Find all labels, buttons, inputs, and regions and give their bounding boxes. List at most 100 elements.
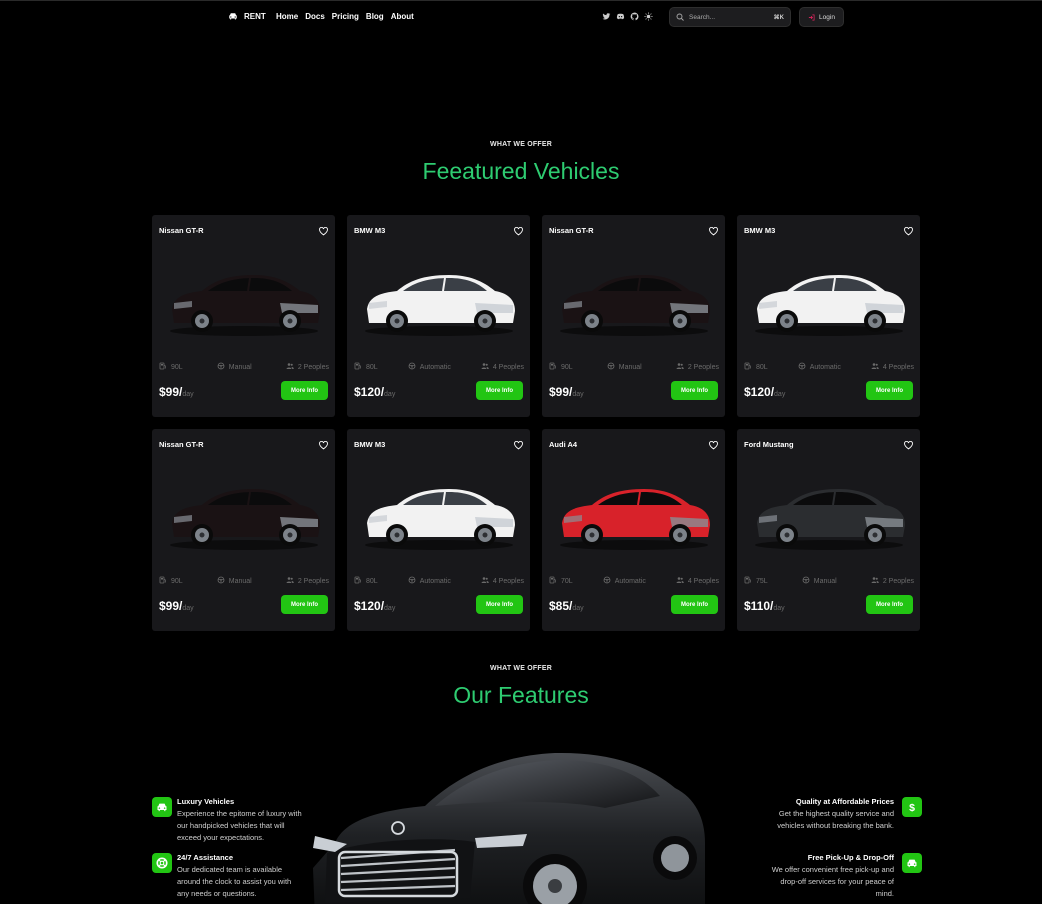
vehicle-image [747,251,910,341]
vehicle-card[interactable]: Nissan GT-R 90L Manual 2 Peoples $99/day More… [542,215,725,417]
heart-icon[interactable] [709,437,718,450]
seat-capacity: 2 Peoples [687,363,719,371]
vehicle-name: BMW M3 [354,440,386,449]
vehicle-card[interactable]: Ford Mustang 75L Manual 2 Peoples $110/day Mo… [737,429,920,631]
more-info-button[interactable]: More Info [476,595,523,614]
features-title: Our Features [453,682,589,708]
heart-icon[interactable] [514,223,523,236]
people-icon [481,362,489,372]
discord-icon[interactable] [616,12,625,21]
brand-logo[interactable]: RENT [228,11,266,21]
heart-icon[interactable] [319,437,328,450]
more-info-button[interactable]: More Info [671,381,718,400]
price-unit: day [182,605,194,612]
steering-wheel-icon [408,362,416,372]
more-info-button[interactable]: More Info [281,381,328,400]
vehicle-specs: 80L Automatic 4 Peoples [354,576,524,586]
feature-description: Get the highest quality service and vehi… [777,809,894,830]
people-icon [286,576,294,586]
search-box[interactable]: Search... ⌘K [669,7,791,27]
github-icon[interactable] [630,12,639,21]
seat-capacity: 2 Peoples [297,577,329,585]
more-info-button[interactable]: More Info [866,595,913,614]
people-icon [676,576,684,586]
feature-description: We offer convenient free pick-up and dro… [771,865,894,898]
vehicle-image [357,465,520,555]
transmission-type: Automatic [614,577,646,585]
vehicle-name: Audi A4 [549,440,578,449]
feature-icon-box [152,797,172,817]
feature-description: Our dedicated team is available around t… [177,865,292,898]
fuel-pump-icon [744,362,752,372]
more-info-button[interactable]: More Info [671,595,718,614]
vehicle-card[interactable]: Nissan GT-R 90L Manual 2 Peoples $99/day More… [152,215,335,417]
feature-title: 24/7 Assistance [177,853,234,862]
vehicle-name: Nissan GT-R [159,226,204,235]
price-amount: $99/ [159,599,183,613]
vehicle-image [747,465,910,555]
fuel-capacity: 70L [561,577,573,585]
fuel-capacity: 80L [756,363,768,371]
heart-icon[interactable] [904,223,913,236]
search-placeholder: Search... [689,13,716,21]
price-unit: day [572,391,584,398]
nav-link-pricing[interactable]: Pricing [332,12,359,21]
heart-icon[interactable] [319,223,328,236]
fuel-capacity: 75L [756,577,768,585]
price-amount: $120/ [354,599,385,613]
heart-icon[interactable] [514,437,523,450]
top-navbar: RENT Home Docs Pricing Blog About Search… [0,0,1042,34]
lifebuoy-icon [156,857,168,869]
fuel-pump-icon [354,362,362,372]
car-icon [907,859,917,868]
fuel-capacity: 80L [366,577,378,585]
seat-capacity: 4 Peoples [882,363,914,371]
vehicle-name: Nissan GT-R [159,440,204,449]
price-amount: $110/ [744,599,774,613]
login-button[interactable]: Login [799,7,844,27]
price-unit: day [773,605,785,612]
price-amount: $120/ [354,385,385,399]
vehicle-card[interactable]: BMW M3 80L Automatic 4 Peoples $120/day More … [347,429,530,631]
vehicle-specs: 90L Manual 2 Peoples [549,362,719,372]
fuel-capacity: 90L [171,363,183,371]
feature-description: Experience the epitome of luxury with ou… [177,809,302,842]
search-icon [676,13,684,21]
search-shortcut: ⌘K [773,14,784,21]
nav-link-about[interactable]: About [391,12,414,21]
nav-link-blog[interactable]: Blog [366,12,384,21]
vehicle-specs: 90L Manual 2 Peoples [159,576,329,586]
vehicle-price: $85/day [549,599,584,613]
more-info-button[interactable]: More Info [866,381,913,400]
vehicle-card[interactable]: BMW M3 80L Automatic 4 Peoples $120/day More … [347,215,530,417]
vehicle-price: $99/day [159,599,194,613]
heart-icon[interactable] [709,223,718,236]
dollar-icon: $ [909,802,915,813]
vehicle-price: $110/day [744,599,785,613]
feature-icon-box: $ [902,797,922,817]
seat-capacity: 2 Peoples [297,363,329,371]
fuel-capacity: 90L [171,577,183,585]
car-icon [157,803,167,812]
heart-icon[interactable] [904,437,913,450]
transmission-type: Manual [228,363,252,371]
nav-link-docs[interactable]: Docs [305,12,325,21]
car-icon [229,13,237,20]
price-unit: day [572,605,584,612]
more-info-button[interactable]: More Info [281,595,328,614]
vehicle-card[interactable]: Nissan GT-R 90L Manual 2 Peoples $99/day More… [152,429,335,631]
price-amount: $99/ [549,385,573,399]
vehicle-specs: 90L Manual 2 Peoples [159,362,329,372]
price-unit: day [384,605,396,612]
vehicle-name: Ford Mustang [744,440,794,449]
brand-name: RENT [244,11,266,21]
more-info-button[interactable]: More Info [476,381,523,400]
vehicle-card[interactable]: Audi A4 70L Automatic 4 Peoples $85/day More … [542,429,725,631]
theme-toggle-sun-icon[interactable] [644,12,653,21]
vehicle-price: $120/day [354,599,395,613]
twitter-icon[interactable] [602,12,611,21]
vehicle-specs: 75L Manual 2 Peoples [744,576,914,586]
vehicle-card[interactable]: BMW M3 80L Automatic 4 Peoples $120/day More … [737,215,920,417]
nav-link-home[interactable]: Home [276,12,298,21]
vehicle-name: BMW M3 [744,226,776,235]
